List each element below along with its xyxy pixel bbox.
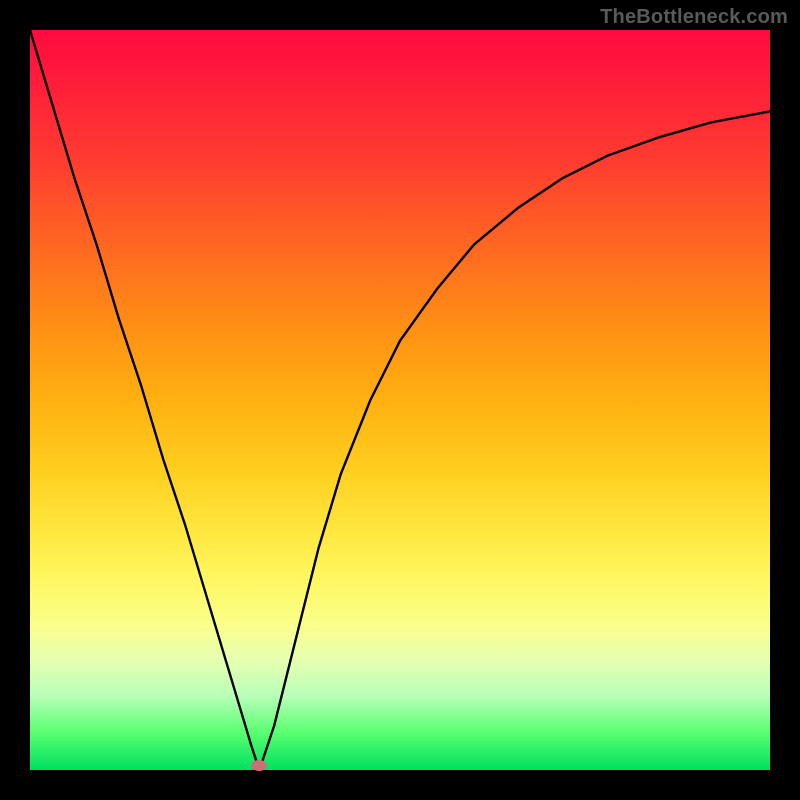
watermark-text: TheBottleneck.com xyxy=(600,6,788,29)
bottleneck-curve-path xyxy=(30,30,770,770)
plot-area xyxy=(30,30,770,770)
curve-svg xyxy=(30,30,770,770)
chart-frame: TheBottleneck.com xyxy=(0,0,800,800)
